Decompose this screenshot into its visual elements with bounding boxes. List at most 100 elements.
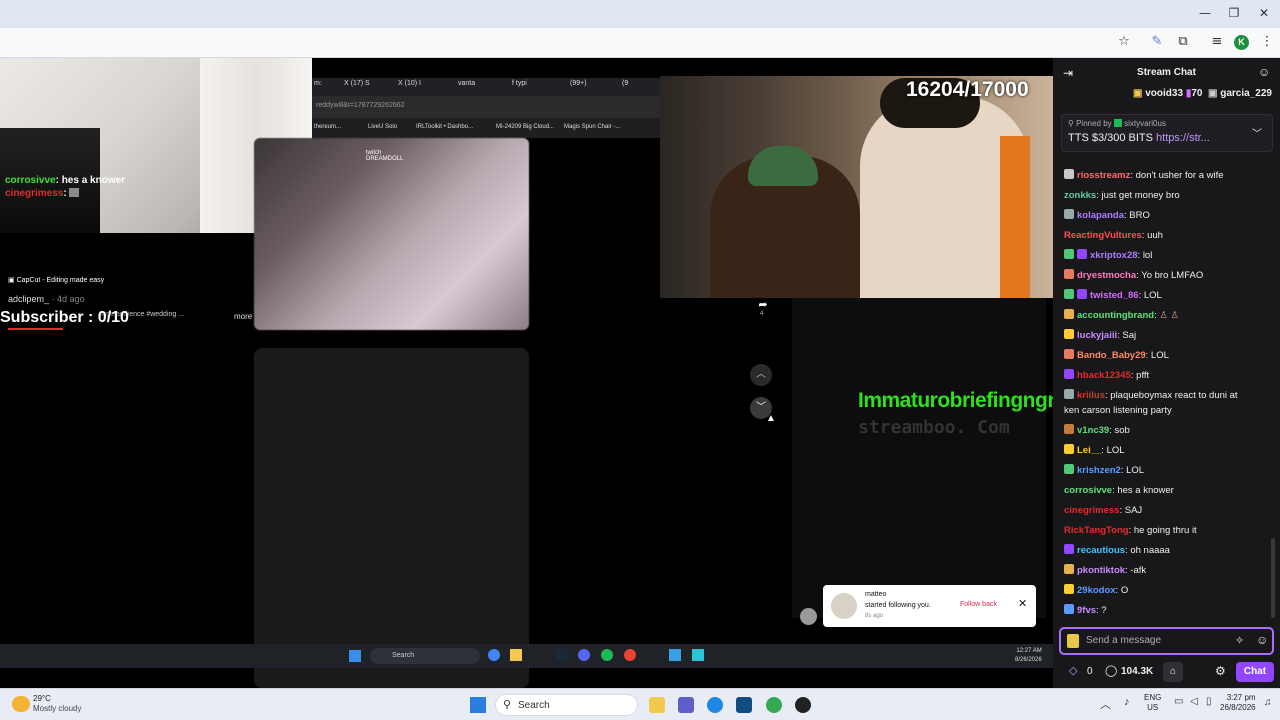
chevron-up-icon[interactable]: ︿: [1100, 696, 1111, 712]
extensions-puzzle-icon[interactable]: ⧉: [1174, 34, 1192, 52]
chevron-up-icon[interactable]: ︿: [750, 364, 772, 386]
site-watermark: streamboo. Com: [858, 417, 1010, 438]
profile-avatar[interactable]: K: [1234, 35, 1249, 50]
app-icon: [669, 649, 681, 661]
network-icon[interactable]: ▭: [1174, 696, 1183, 707]
teams-icon[interactable]: [678, 697, 694, 713]
system-clock[interactable]: 3:27 pm 26/8/2026: [1220, 693, 1256, 713]
progress-underline: [8, 328, 63, 330]
share-count: 4: [760, 311, 764, 317]
avatar: [800, 608, 817, 625]
file-explorer-icon[interactable]: [649, 697, 665, 713]
chat-messages: riosstreamz: don't usher for a wife zonk…: [1064, 166, 1276, 621]
clip-more-link[interactable]: more: [234, 312, 252, 321]
capcut-ad: ▣ CapCut - Editing made easy: [8, 277, 105, 284]
stream-video[interactable]: m: X (17) S X (10) I vanta f typi (99+) …: [0, 58, 1053, 688]
chat-message: 29kodox: O: [1064, 581, 1276, 601]
settings-gear-icon[interactable]: ⚙: [1215, 664, 1226, 678]
chevron-down-icon[interactable]: ﹀: [1252, 125, 1262, 140]
close-icon[interactable]: ✕: [1018, 597, 1027, 610]
chat-message: cinegrimess: SAJ: [1064, 505, 1143, 516]
weather-widget[interactable]: 29°C Mostly cloudy: [33, 694, 81, 714]
windows-start-icon[interactable]: [470, 697, 486, 713]
chrome-icon: [488, 649, 500, 661]
extension-pen-icon[interactable]: ✎: [1148, 34, 1166, 52]
inner-search-box: Search: [370, 648, 480, 664]
inner-bookmarks-bar: thereum... LiveU Solo IRLToolkit • Dashb…: [312, 118, 660, 138]
chat-footer: ◇ 0 ◯ 104.3K ⌂ ⚙ Chat: [1053, 658, 1280, 688]
chat-message: 9fvs: ?: [1064, 601, 1276, 621]
windows-taskbar: 29°C Mostly cloudy ⚲ Search ︿ ♪ ENG US ▭ ◁…: [0, 688, 1280, 720]
badge-icon[interactable]: [1067, 634, 1079, 648]
maximize-button[interactable]: ❐: [1224, 6, 1244, 22]
store-icon[interactable]: [736, 697, 752, 713]
channel-points-icon[interactable]: ◯: [1105, 664, 1117, 677]
taskbar-search-box[interactable]: ⚲ Search: [495, 694, 638, 716]
gift-icon[interactable]: ⌂: [1163, 662, 1183, 682]
browser-title-bar: — ❐ ✕: [0, 0, 1280, 28]
chat-message: twisted_86: LOL: [1064, 286, 1276, 306]
bookmark-star-icon[interactable]: ☆: [1115, 34, 1133, 52]
pinned-text: TTS $3/300 BITS https://str...: [1068, 132, 1210, 144]
language-indicator[interactable]: ENG US: [1144, 693, 1161, 713]
pinned-message[interactable]: ⚲ Pinned by sixtyvari0us TTS $3/300 BITS…: [1061, 114, 1273, 152]
chat-message: krishzen2: LOL: [1064, 461, 1276, 481]
follow-text: started following you.: [865, 602, 931, 609]
chat-header: ⇥ Stream Chat ☺: [1053, 58, 1280, 86]
chat-message: recautious: oh naaaa: [1064, 541, 1276, 561]
spotify-icon: [601, 649, 613, 661]
inner-url-bar: reddywill&t=1787729262662: [312, 96, 660, 118]
chat-message: v1nc39: sob: [1064, 421, 1276, 441]
magic-wand-icon[interactable]: ✧: [1235, 634, 1244, 647]
chat-message-continued: ken carson listening party: [1064, 405, 1172, 416]
search-icon: ⚲: [503, 699, 512, 711]
clip-author: adclipem_ · 4d ago: [8, 294, 85, 304]
gift-leaderboard: ▣ vooid33 ▮70 ▣ garcia_229: [1133, 88, 1272, 99]
microphone-icon[interactable]: ♪: [1124, 696, 1130, 708]
chat-input[interactable]: Send a message ✧ ☺: [1059, 627, 1274, 655]
chat-send-button[interactable]: Chat: [1236, 662, 1274, 682]
bits-count: 0: [1087, 666, 1093, 677]
close-window-button[interactable]: ✕: [1254, 6, 1274, 22]
streamer-facecam: [660, 76, 1053, 298]
chat-message: luckyjaiii: Saj: [1064, 326, 1276, 346]
community-icon[interactable]: ☺: [1258, 65, 1270, 79]
notification-bell-icon[interactable]: ♫: [1264, 697, 1272, 708]
stream-chat-panel: ⇥ Stream Chat ☺ ▣ vooid33 ▮70 ▣ garcia_2…: [1053, 58, 1280, 688]
minimize-button[interactable]: —: [1195, 6, 1215, 22]
edge-icon[interactable]: [707, 697, 723, 713]
battery-icon[interactable]: ▯: [1206, 696, 1212, 707]
chat-message: hback12345: pfft: [1064, 366, 1276, 386]
follow-time: 8s ago: [865, 613, 884, 619]
follower-name: matteo: [865, 591, 887, 598]
share-icon[interactable]: ➦: [756, 298, 770, 311]
emote-icon[interactable]: ☺: [1256, 633, 1268, 647]
follower-avatar: [831, 593, 857, 619]
windows-start-icon: [349, 650, 361, 662]
media-control-icon[interactable]: ≡: [1208, 34, 1226, 52]
chrome-icon[interactable]: [766, 697, 782, 713]
pinned-link[interactable]: https://str...: [1156, 132, 1210, 144]
follow-back-button[interactable]: Follow back: [960, 601, 997, 608]
chrome-2-icon: [624, 649, 636, 661]
chat-message: zonkks: just get money bro: [1064, 190, 1180, 201]
chat-input-placeholder: Send a message: [1086, 635, 1162, 646]
volume-icon[interactable]: ◁: [1190, 696, 1198, 707]
inner-clock: 12:27 AM 8/26/2026: [1015, 648, 1042, 663]
browser-menu-icon[interactable]: ⋮: [1258, 34, 1276, 52]
app-icon[interactable]: [795, 697, 811, 713]
browser-toolbar: ☆ ✎ ⧉ ≡ K ⋮: [0, 28, 1280, 58]
weather-icon[interactable]: [12, 696, 30, 712]
chat-message: pkontiktok: -afk: [1064, 561, 1276, 581]
chat-message: corrosivve: hes a knower: [1064, 485, 1174, 496]
chat-message: Bando_Baby29: LOL: [1064, 346, 1276, 366]
sub-goal-counter: 16204/17000: [906, 78, 1029, 101]
chat-scrollbar[interactable]: [1271, 538, 1275, 618]
chat-message: Lei__: LOL: [1064, 441, 1276, 461]
pinned-by: ⚲ Pinned by sixtyvari0us: [1068, 119, 1166, 128]
mouse-cursor-icon: ▲: [766, 413, 776, 424]
chat-title: Stream Chat: [1137, 67, 1196, 78]
bits-icon[interactable]: ◇: [1069, 664, 1077, 677]
chat-message: riosstreamz: don't usher for a wife: [1064, 166, 1276, 186]
chat-message: kolapanda: BRO: [1064, 206, 1276, 226]
